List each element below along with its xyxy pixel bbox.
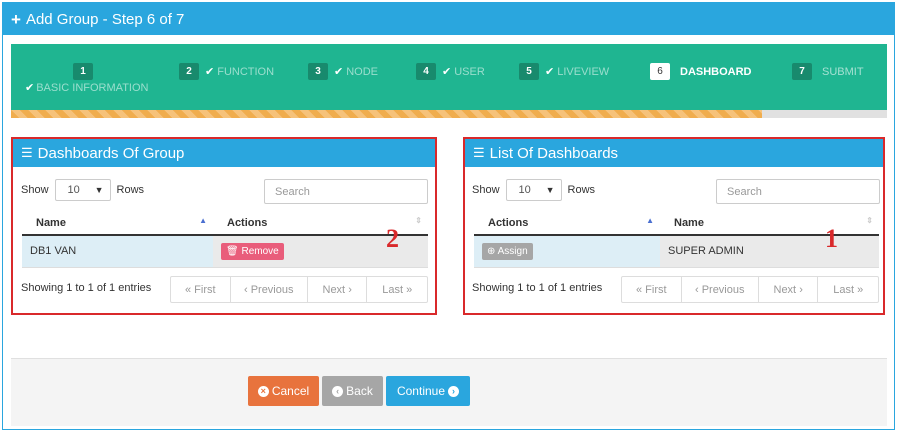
trash-icon: 🗑	[226, 245, 239, 257]
last-page-button[interactable]: Last »	[367, 277, 427, 302]
list-icon: ☰	[473, 145, 485, 160]
panel-title: Dashboards Of Group	[37, 144, 185, 162]
sort-icon: ⇕	[866, 216, 873, 225]
next-page-button[interactable]: Next ›	[759, 277, 819, 302]
annotation-number: 2	[386, 224, 399, 253]
rows-label: Rows	[116, 184, 145, 196]
panel-header: ☰ Dashboards Of Group	[13, 139, 435, 167]
step-label: FUNCTION	[217, 65, 275, 78]
sort-asc-icon: ▲	[199, 216, 207, 225]
pagination: « First ‹ Previous Next › Last »	[621, 276, 879, 303]
column-header-name[interactable]: Name ⇕	[660, 212, 879, 236]
continue-button[interactable]: Continue ›	[386, 376, 470, 406]
dashboards-of-group-panel: ☰ Dashboards Of Group Show 10 ▼ Rows Sea…	[11, 137, 437, 315]
wizard-steps: 1 ✔ BASIC INFORMATION 2 ✔ FUNCTION 3 ✔ NO…	[11, 44, 887, 118]
panel-title: List Of Dashboards	[489, 144, 619, 162]
wizard-step-dashboard[interactable]: 6 DASHBOARD	[650, 63, 752, 80]
check-icon: ✔	[25, 82, 35, 94]
plus-icon: +	[11, 9, 21, 29]
chevron-left-icon: ‹	[243, 283, 248, 296]
step-label: NODE	[346, 65, 378, 78]
chevron-right-icon: ›	[799, 283, 803, 296]
cell-actions: ⊕ Assign	[474, 235, 660, 268]
step-number: 7	[792, 63, 812, 80]
search-input[interactable]: Search	[716, 179, 880, 204]
show-label: Show	[21, 184, 49, 196]
table-row: ⊕ Assign SUPER ADMIN	[474, 235, 879, 268]
previous-page-button[interactable]: ‹ Previous	[682, 277, 759, 302]
check-icon: ✔	[334, 66, 344, 78]
dashboards-of-group-table: Name ▲ Actions ⇕ DB1 VAN 🗑 Remove	[22, 212, 428, 268]
step-number: 2	[179, 63, 199, 80]
first-page-button[interactable]: « First	[622, 277, 682, 302]
arrow-left-circle-icon: ‹	[332, 385, 344, 397]
check-icon: ✔	[442, 66, 452, 78]
table-info: Showing 1 to 1 of 1 entries	[21, 282, 152, 294]
list-of-dashboards-panel: ☰ List Of Dashboards Show 10 ▼ Rows Sear…	[463, 137, 885, 315]
wizard-progress-bar	[11, 110, 887, 118]
column-header-actions[interactable]: Actions ▲	[474, 212, 660, 236]
step-label: DASHBOARD	[680, 65, 752, 78]
show-label: Show	[472, 184, 500, 196]
step-number: 6	[650, 63, 670, 80]
wizard-progress-fill	[11, 110, 762, 118]
step-label: LIVEVIEW	[557, 65, 610, 78]
chevron-left-icon: ‹	[694, 283, 699, 296]
step-number: 5	[519, 63, 539, 80]
search-input[interactable]: Search	[264, 179, 428, 204]
last-page-button[interactable]: Last »	[818, 277, 878, 302]
double-chevron-left-icon: «	[184, 283, 192, 296]
wizard-step-submit[interactable]: 7 SUBMIT	[792, 63, 864, 80]
wizard-step-liveview[interactable]: 5 ✔ LIVEVIEW	[519, 63, 609, 80]
next-page-button[interactable]: Next ›	[308, 277, 368, 302]
table-row: DB1 VAN 🗑 Remove	[22, 235, 428, 268]
double-chevron-right-icon: »	[857, 283, 864, 296]
first-page-button[interactable]: « First	[171, 277, 231, 302]
caret-down-icon: ▼	[545, 185, 555, 195]
check-icon: ✔	[205, 66, 215, 78]
arrow-right-circle-icon: ›	[448, 385, 460, 397]
previous-page-button[interactable]: ‹ Previous	[231, 277, 308, 302]
double-chevron-left-icon: «	[635, 283, 643, 296]
page-length-control: Show 10 ▼ Rows	[21, 179, 144, 201]
panel-header: ☰ List Of Dashboards	[465, 139, 883, 167]
wizard-step-basic-information[interactable]: 1	[73, 63, 99, 80]
chevron-right-icon: ›	[348, 283, 352, 296]
step-number: 3	[308, 63, 328, 80]
check-icon: ✔	[545, 66, 555, 78]
wizard-step-basic-information-label: ✔ BASIC INFORMATION	[25, 82, 149, 94]
annotation-number: 1	[825, 224, 838, 253]
rows-select[interactable]: 10 ▼	[54, 179, 111, 201]
close-circle-icon: ×	[257, 385, 269, 397]
wizard-step-node[interactable]: 3 ✔ NODE	[308, 63, 378, 80]
table-info: Showing 1 to 1 of 1 entries	[472, 282, 603, 294]
dialog-titlebar: + Add Group - Step 6 of 7	[3, 3, 894, 35]
list-of-dashboards-table: Actions ▲ Name ⇕ ⊕ Assign SUPER ADMIN	[474, 212, 879, 268]
step-number: 1	[73, 63, 93, 80]
rows-select[interactable]: 10 ▼	[505, 179, 562, 201]
step-label: SUBMIT	[822, 65, 864, 78]
dialog-title: Add Group - Step 6 of 7	[25, 10, 185, 28]
cancel-button[interactable]: × Cancel	[248, 376, 319, 406]
rows-label: Rows	[567, 184, 596, 196]
step-number: 4	[416, 63, 436, 80]
sort-icon: ⇕	[415, 216, 422, 225]
caret-down-icon: ▼	[94, 185, 104, 195]
page-length-control: Show 10 ▼ Rows	[472, 179, 595, 201]
cell-name: SUPER ADMIN	[660, 235, 879, 268]
plus-circle-icon: ⊕	[487, 245, 496, 257]
step-label: USER	[454, 65, 485, 78]
double-chevron-right-icon: »	[406, 283, 413, 296]
remove-button[interactable]: 🗑 Remove	[221, 242, 284, 260]
column-header-name[interactable]: Name ▲	[22, 212, 213, 236]
sort-asc-icon: ▲	[646, 216, 654, 225]
cell-name: DB1 VAN	[22, 235, 213, 268]
wizard-step-function[interactable]: 2 ✔ FUNCTION	[179, 63, 274, 80]
back-button[interactable]: ‹ Back	[322, 376, 383, 406]
wizard-step-user[interactable]: 4 ✔ USER	[416, 63, 485, 80]
pagination: « First ‹ Previous Next › Last »	[170, 276, 428, 303]
assign-button[interactable]: ⊕ Assign	[482, 242, 533, 260]
list-icon: ☰	[21, 145, 33, 160]
